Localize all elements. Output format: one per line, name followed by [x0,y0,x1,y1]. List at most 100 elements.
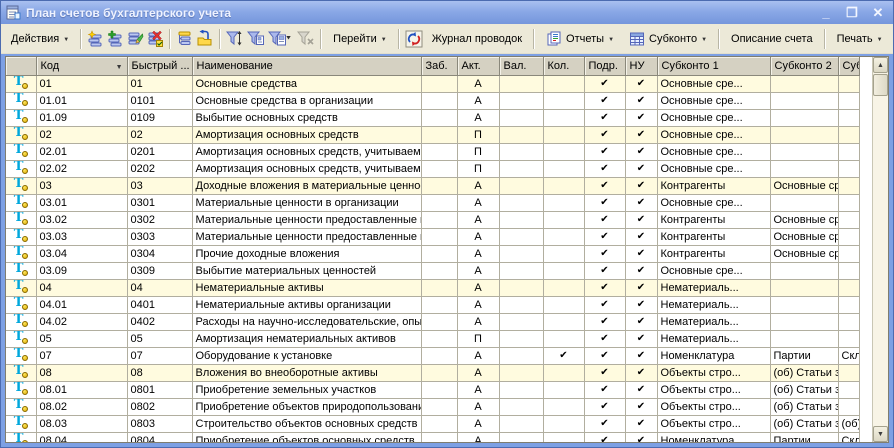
subconto-menu-button[interactable]: Субконто▼ [622,26,714,52]
table-row[interactable]: Т02.010201Амортизация основных средств, … [6,143,860,160]
column-header-Вал.[interactable]: Вал. [499,57,543,75]
column-header-Код[interactable]: Код▼ [36,57,127,75]
column-header-Заб.[interactable]: Заб. [421,57,457,75]
cell-subconto-2: (об) Статьи за... [770,398,838,415]
cell-subconto-2 [770,109,838,126]
cell-subconto-2: (об) Статьи за... [770,381,838,398]
column-header-icon[interactable] [6,57,36,75]
column-header-Акт.[interactable]: Акт. [457,57,499,75]
hierarchy-view-button[interactable] [175,27,194,50]
cell-subconto-2: Основные сре... [770,211,838,228]
cell-tax-accounting: ✔ [625,211,657,228]
dropdown-arrow-icon: ▼ [608,37,614,43]
filter-sort-button[interactable] [225,27,245,50]
column-header-НУ[interactable]: НУ [625,57,657,75]
print-label: Печать [837,33,873,45]
table-row[interactable]: Т08.020802Приобретение объектов природоп… [6,398,860,415]
actions-menu-button[interactable]: Действия▼ [4,28,76,50]
cell-quantitative [543,92,584,109]
cell-code: 07 [36,347,127,364]
maximize-button[interactable]: ❐ [844,6,860,20]
table-row[interactable]: Т01.010101Основные средства в организаци… [6,92,860,109]
table-row[interactable]: Т08.040804Приобретение объектов основных… [6,432,860,442]
cell-quantitative [543,262,584,279]
table-row[interactable]: Т04.020402Расходы на научно-исследовател… [6,313,860,330]
vertical-scrollbar[interactable]: ▲ ▼ [872,57,888,442]
minimize-button[interactable]: _ [818,6,834,20]
table-row[interactable]: Т03.040304Прочие доходные вложенияА✔✔Кон… [6,245,860,262]
account-description-button[interactable]: Описание счета [724,28,820,50]
cell-quick-code: 0201 [127,143,192,160]
goto-menu-button[interactable]: Перейти▼ [326,28,394,50]
scroll-down-button[interactable]: ▼ [873,426,888,442]
table-row[interactable]: Т0808Вложения во внеоборотные активыА✔✔О… [6,364,860,381]
table-row[interactable]: Т0101Основные средстваА✔✔Основные сре... [6,75,860,92]
cell-account-type: Т [6,364,36,381]
cell-subconto-3 [838,296,860,313]
accounts-grid: Код▼Быстрый ...НаименованиеЗаб.Акт.Вал.К… [5,56,889,443]
add-group-button[interactable] [106,27,125,50]
journal-button[interactable]: Журнал проводок [425,28,529,50]
refresh-button[interactable] [404,27,424,50]
toolbar-separator [320,29,322,49]
table-row[interactable]: Т08.010801Приобретение земельных участко… [6,381,860,398]
cell-code: 03.01 [36,194,127,211]
account-icon: Т [14,416,28,429]
table-row[interactable]: Т0303Доходные вложения в материальные це… [6,177,860,194]
close-button[interactable]: ✕ [870,6,886,20]
account-icon: Т [14,314,28,327]
account-icon: Т [14,229,28,242]
table-row[interactable]: Т0202Амортизация основных средствП✔✔Осно… [6,126,860,143]
cell-active: А [457,347,499,364]
scrollbar-thumb[interactable] [873,74,888,96]
edit-item-button[interactable] [126,27,145,50]
table-row[interactable]: Т03.010301Материальные ценности в органи… [6,194,860,211]
cell-subconto-3 [838,398,860,415]
actions-menu-label: Действия [11,33,59,45]
column-header-Наименование[interactable]: Наименование [192,57,421,75]
column-header-Субконто 2[interactable]: Субконто 2 [770,57,838,75]
table-row[interactable]: Т03.090309Выбытие материальных ценностей… [6,262,860,279]
column-header-Субконто 3[interactable]: Субконто 3 [838,57,860,75]
cell-analytics: ✔ [584,330,625,347]
table-row[interactable]: Т0404Нематериальные активыА✔✔Нематериаль… [6,279,860,296]
table-row[interactable]: Т08.030803Строительство объектов основны… [6,415,860,432]
cell-analytics: ✔ [584,415,625,432]
cell-subconto-1: Объекты стро... [657,364,770,381]
cell-subconto-2: Партии [770,432,838,442]
column-header-Субконто 1[interactable]: Субконто 1 [657,57,770,75]
cell-subconto-1: Основные сре... [657,160,770,177]
cell-active: А [457,262,499,279]
table-row[interactable]: Т0707Оборудование к установкеА✔✔✔Номенкл… [6,347,860,364]
cell-account-type: Т [6,177,36,194]
table-row[interactable]: Т02.020202Амортизация основных средств, … [6,160,860,177]
clear-filter-button[interactable] [296,27,316,50]
table-row[interactable]: Т01.090109Выбытие основных средствА✔✔Осн… [6,109,860,126]
print-menu-button[interactable]: Печать▼ [830,28,890,50]
cell-analytics: ✔ [584,262,625,279]
table-row[interactable]: Т03.030303Материальные ценности предоста… [6,228,860,245]
table-row[interactable]: Т0505Амортизация нематериальных активовП… [6,330,860,347]
column-header-Подр.[interactable]: Подр. [584,57,625,75]
cell-subconto-3 [838,75,860,92]
column-header-Быстрый ...[interactable]: Быстрый ... [127,57,192,75]
delete-item-button[interactable] [146,27,165,50]
account-icon: Т [14,76,28,89]
scroll-up-button[interactable]: ▲ [873,57,888,73]
cell-analytics: ✔ [584,313,625,330]
cell-currency [499,160,543,177]
cell-tax-accounting: ✔ [625,160,657,177]
filter-by-value-button[interactable] [246,27,266,50]
table-row[interactable]: Т03.020302Материальные ценности предоста… [6,211,860,228]
move-to-group-button[interactable] [195,27,215,50]
cell-quick-code: 07 [127,347,192,364]
account-icon: Т [14,365,28,378]
cell-account-type: Т [6,313,36,330]
reports-menu-button[interactable]: Отчеты▼ [539,26,621,52]
cell-name: Нематериальные активы [192,279,421,296]
table-row[interactable]: Т04.010401Нематериальные активы организа… [6,296,860,313]
column-header-Кол.[interactable]: Кол. [543,57,584,75]
filter-history-button[interactable] [267,27,295,50]
cell-subconto-3 [838,160,860,177]
add-item-button[interactable] [86,27,105,50]
